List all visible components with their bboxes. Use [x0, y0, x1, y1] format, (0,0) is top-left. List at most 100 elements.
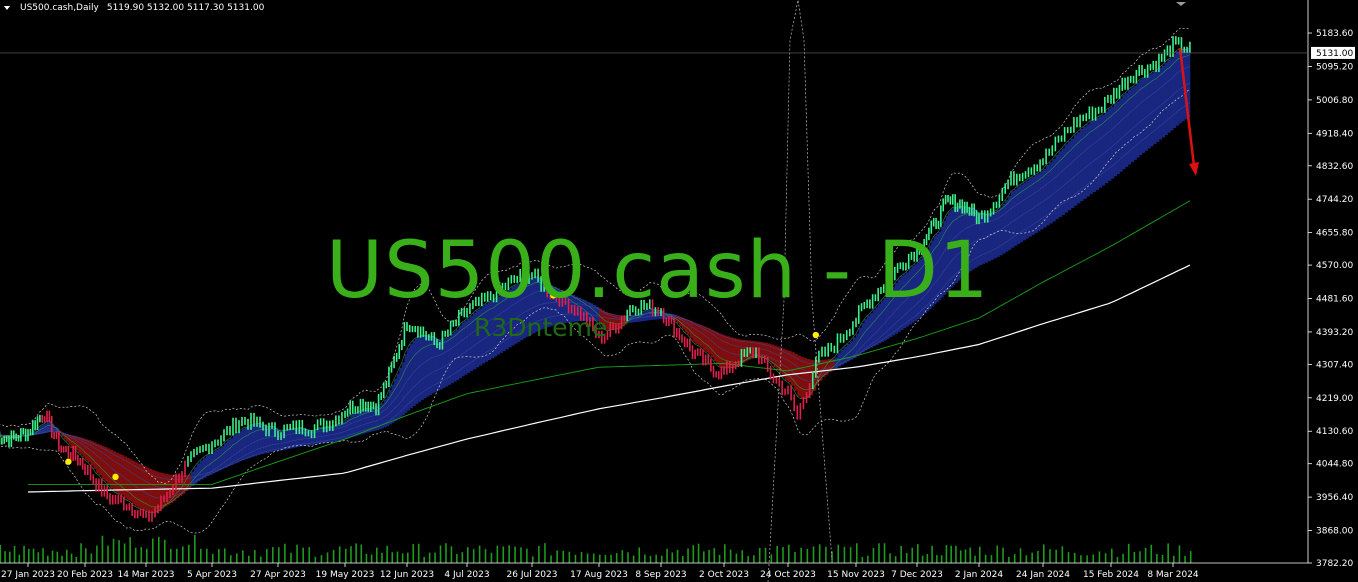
volume-bar: [290, 552, 292, 563]
volume-bar: [194, 535, 196, 563]
ribbon-segment: [1122, 94, 1126, 170]
volume-bar: [692, 545, 695, 563]
ribbon-segment: [718, 333, 722, 367]
down-arrow-icon: [1189, 162, 1199, 176]
volume-bar: [592, 553, 595, 563]
volume-bar: [788, 544, 790, 563]
volume-bar: [107, 545, 109, 563]
volume-bar: [200, 548, 202, 563]
volume-bar: [423, 556, 425, 563]
price-tick-label: 4918.40: [1316, 129, 1353, 139]
time-tick-label: 24 Oct 2023: [760, 570, 816, 580]
ribbon-segment: [1101, 114, 1106, 186]
volume-bar: [713, 548, 716, 563]
ribbon-segment: [257, 423, 261, 456]
ribbon-segment: [227, 439, 231, 467]
volume-bar: [496, 545, 499, 563]
volume-bar: [708, 549, 710, 563]
price-tick-label: 5006.80: [1316, 96, 1353, 106]
volume-bar: [66, 549, 68, 563]
ribbon-segment: [98, 444, 103, 476]
volume-bar: [526, 548, 528, 563]
ribbon-segment: [1150, 73, 1154, 147]
volume-bar: [861, 556, 864, 563]
volume-bar: [1008, 556, 1010, 563]
volume-bar: [18, 554, 21, 563]
volume-bar: [218, 549, 220, 563]
ribbon-segment: [218, 448, 222, 471]
volume-bar: [610, 554, 612, 563]
volume-bar: [687, 548, 689, 563]
volume-bar: [621, 550, 624, 563]
volume-bar: [921, 555, 924, 563]
volume-bar: [1104, 553, 1107, 563]
volume-bar: [849, 547, 852, 563]
ribbon-segment: [1164, 62, 1168, 135]
volume-bar: [118, 540, 120, 563]
ribbon-segment: [1167, 59, 1171, 133]
ribbon-segment: [236, 433, 240, 463]
volume-bar: [950, 545, 952, 563]
ribbon-segment: [800, 356, 804, 399]
volume-bar: [1080, 555, 1082, 563]
volume-bar: [332, 549, 335, 563]
volume-bar: [574, 554, 577, 563]
volume-bar: [80, 543, 82, 563]
volume-bar: [1189, 551, 1192, 563]
ribbon-segment: [426, 335, 430, 397]
volume-bar: [837, 544, 840, 563]
volume-bar: [28, 548, 30, 563]
volume-bar: [90, 553, 93, 563]
volume-bar: [825, 546, 827, 563]
ribbon-segment: [1175, 51, 1180, 126]
ribbon-segment: [1147, 75, 1151, 149]
ribbon-segment: [137, 463, 141, 508]
volume-bar: [818, 544, 821, 563]
volume-bar: [926, 554, 929, 563]
ribbon-segment: [869, 313, 874, 348]
ribbon-segment: [1161, 65, 1165, 138]
volume-bar: [146, 548, 148, 563]
volume-bar: [1116, 556, 1119, 563]
time-tick-label: 20 Feb 2023: [57, 570, 113, 580]
volume-bar: [230, 555, 232, 563]
volume-bar: [889, 553, 891, 563]
volume-bar: [1098, 551, 1101, 563]
volume-bar: [158, 536, 160, 563]
volume-bar: [1073, 552, 1076, 563]
volume-bar: [676, 549, 679, 563]
ribbon-segment: [1083, 126, 1087, 199]
volume-bar: [224, 548, 226, 563]
volume-bar: [212, 553, 214, 563]
volume-bar: [272, 547, 274, 563]
signal-dot: [812, 331, 820, 339]
volume-bar: [964, 549, 967, 563]
volume-bar: [562, 550, 565, 563]
volume-bar: [61, 555, 63, 563]
volume-bar: [176, 548, 178, 563]
volume-bar: [649, 556, 652, 563]
shift-marker-icon[interactable]: [1176, 2, 1186, 6]
volume-bar: [381, 552, 383, 563]
time-tick-label: 8 Sep 2023: [635, 570, 686, 580]
chart-watermark-subtitle: R3Dnteme: [474, 313, 608, 342]
volume-bar: [284, 543, 286, 563]
ribbon-segment: [1028, 178, 1032, 237]
time-tick-label: 17 Aug 2023: [570, 570, 628, 580]
ribbon-segment: [409, 344, 413, 409]
volume-bar: [42, 548, 44, 563]
ribbon-segment: [1011, 191, 1015, 248]
volume-bar: [182, 546, 184, 563]
volume-bar: [365, 553, 368, 563]
ribbon-segment: [423, 335, 427, 399]
volume-bar: [170, 548, 172, 563]
ribbon-segment: [224, 443, 228, 468]
ribbon-segment: [1111, 106, 1115, 179]
chevron-down-icon[interactable]: [4, 6, 10, 10]
ribbon-segment: [1139, 79, 1143, 156]
volume-bar: [599, 554, 601, 563]
ribbon-segment: [96, 443, 100, 474]
price-tick-label: 4832.60: [1316, 162, 1353, 172]
time-tick-label: 4 Jul 2023: [444, 570, 489, 580]
ribbon-segment: [864, 319, 868, 351]
